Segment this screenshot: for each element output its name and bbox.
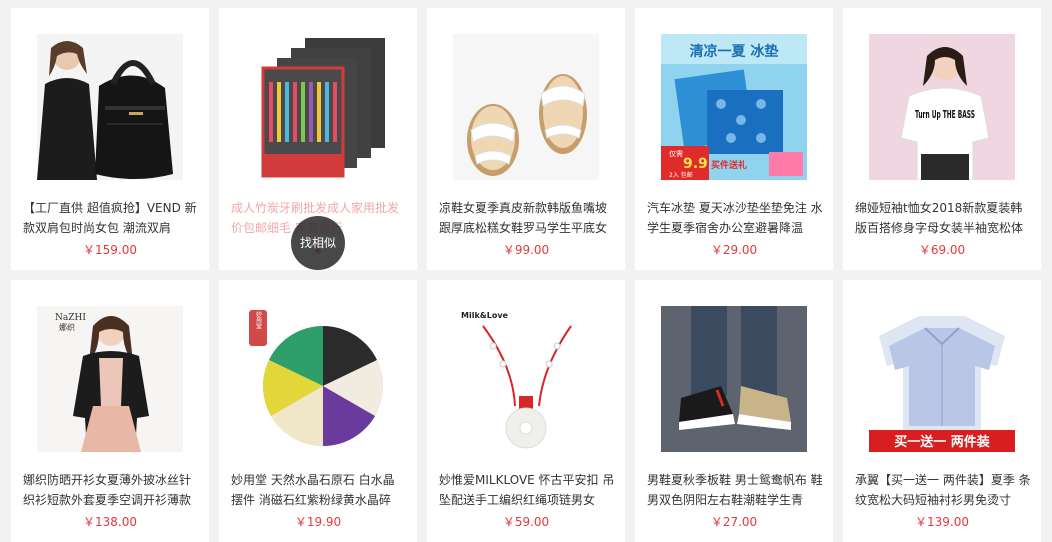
product-card[interactable]: 清凉一夏 冰垫 仅需 9.9 2入 包邮 买件送礼 汽车冰垫 夏天冰沙垫坐垫免注… — [635, 8, 833, 270]
product-card[interactable]: Turn Up THE BASS 绵娅短袖t恤女2018新款夏装韩 版百搭修身字… — [843, 8, 1041, 270]
product-card[interactable]: 凉鞋女夏季真皮新款韩版鱼嘴坡 跟厚底松糕女鞋罗马学生平底女 ￥99.00 — [427, 8, 625, 270]
product-title[interactable]: 汽车冰垫 夏天冰沙垫坐垫免注 水学生夏季宿舍办公室避暑降温 — [647, 198, 823, 238]
product-image-tshirt[interactable]: Turn Up THE BASS — [869, 34, 1015, 180]
product-image-crystals[interactable]: 妙用堂 — [245, 306, 391, 452]
product-title[interactable]: 凉鞋女夏季真皮新款韩版鱼嘴坡 跟厚底松糕女鞋罗马学生平底女 — [439, 198, 615, 238]
badge-unit: 2入 包邮 — [669, 171, 693, 179]
product-image-toothbrush[interactable] — [245, 34, 391, 180]
product-card[interactable]: Milk&Love 妙惟爱MILKLOVE 怀古平安扣 吊坠配送手工编织红绳项链… — [427, 280, 625, 542]
product-card[interactable]: 【工厂直供 超值疯抢】VEND 新款双肩包时尚女包 潮流双肩 ￥159.00 — [11, 8, 209, 270]
product-title[interactable]: 承翼【买一送一 两件装】夏季 条纹宽松大码短袖衬衫男免烫寸 — [855, 470, 1031, 510]
product-price: ￥27.00 — [710, 515, 758, 529]
product-card[interactable]: 买一送一 两件装 承翼【买一送一 两件装】夏季 条纹宽松大码短袖衬衫男免烫寸 ￥… — [843, 280, 1041, 542]
product-price: ￥59.00 — [502, 515, 550, 529]
badge-price: 9.9 — [683, 156, 708, 172]
product-price: ￥69.00 — [918, 243, 966, 257]
product-price: ￥19.90 — [294, 515, 342, 529]
product-price: ￥99.00 — [502, 243, 550, 257]
seal-text: 妙用堂 — [255, 310, 262, 329]
product-price: ￥139.00 — [915, 515, 969, 529]
product-card[interactable]: 成人竹炭牙刷批发成人家用批发 价包邮细毛 家庭旅行 ￥ 找相似 — [219, 8, 417, 270]
product-image-cardigan[interactable]: NaZHI 娜织 — [37, 306, 183, 452]
product-grid: 【工厂直供 超值疯抢】VEND 新款双肩包时尚女包 潮流双肩 ￥159.00 成… — [0, 0, 1052, 542]
promo-text: 买件送礼 — [711, 159, 747, 171]
badge-label: 仅需 — [669, 149, 683, 158]
product-title[interactable]: 【工厂直供 超值疯抢】VEND 新款双肩包时尚女包 潮流双肩 — [23, 198, 199, 238]
product-card[interactable]: 男鞋夏秋季板鞋 男士鸳鸯帆布 鞋男双色阴阳左右鞋潮鞋学生青 ￥27.00 — [635, 280, 833, 542]
find-similar-button[interactable]: 找相似 — [291, 216, 345, 270]
product-card[interactable]: 妙用堂 妙用堂 天然水晶石原石 白水晶 摆件 消磁石红紫粉绿黄水晶碎 ￥19.9… — [219, 280, 417, 542]
image-banner-text: 买一送一 两件装 — [894, 434, 990, 450]
product-title[interactable]: 绵娅短袖t恤女2018新款夏装韩 版百搭修身字母女装半袖宽松体 — [855, 198, 1031, 238]
product-image-jade-pendant[interactable]: Milk&Love — [453, 306, 599, 452]
product-card[interactable]: NaZHI 娜织 娜织防晒开衫女夏薄外披冰丝针 织衫短款外套夏季空调开衫薄款 ￥… — [11, 280, 209, 542]
shirt-print: Turn Up THE BASS — [915, 108, 975, 121]
image-banner-text: 清凉一夏 冰垫 — [690, 43, 779, 60]
brand-logo: Milk&Love — [461, 311, 509, 320]
product-title[interactable]: 妙用堂 天然水晶石原石 白水晶 摆件 消磁石红紫粉绿黄水晶碎 — [231, 470, 407, 510]
product-price: ￥138.00 — [83, 515, 137, 529]
brand-logo: NaZHI — [55, 313, 86, 323]
product-title[interactable]: 男鞋夏秋季板鞋 男士鸳鸯帆布 鞋男双色阴阳左右鞋潮鞋学生青 — [647, 470, 823, 510]
product-image-backpack[interactable] — [37, 34, 183, 180]
product-title[interactable]: 娜织防晒开衫女夏薄外披冰丝针 织衫短款外套夏季空调开衫薄款 — [23, 470, 199, 510]
product-image-ice-pad[interactable]: 清凉一夏 冰垫 仅需 9.9 2入 包邮 买件送礼 — [661, 34, 807, 180]
product-title[interactable]: 妙惟爱MILKLOVE 怀古平安扣 吊坠配送手工编织红绳项链男女 — [439, 470, 615, 510]
product-price: ￥159.00 — [83, 243, 137, 257]
product-image-canvas-shoes[interactable] — [661, 306, 807, 452]
product-image-shirts[interactable]: 买一送一 两件装 — [869, 306, 1015, 452]
product-image-sandals[interactable] — [453, 34, 599, 180]
product-price: ￥29.00 — [710, 243, 758, 257]
brand-logo-sub: 娜织 — [59, 322, 75, 332]
